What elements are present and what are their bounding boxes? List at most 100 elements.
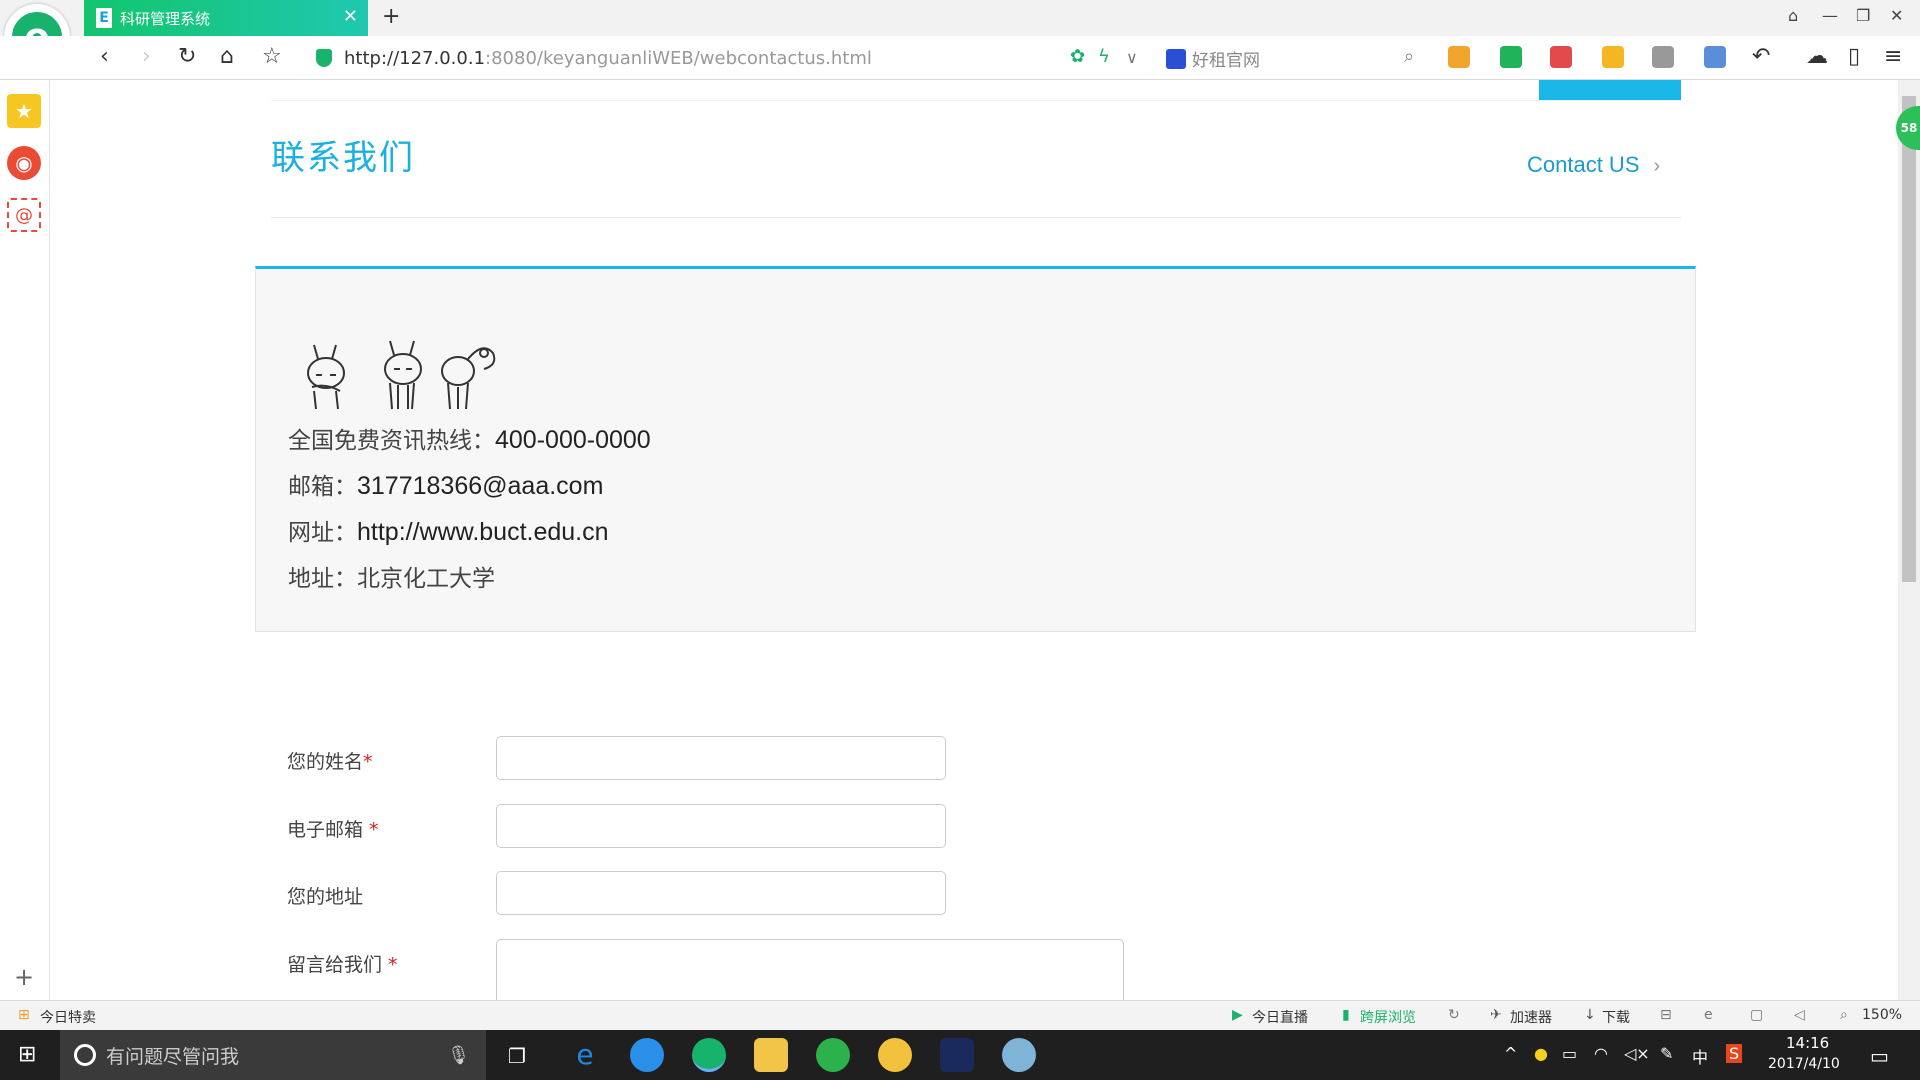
nav-accent-bar — [1539, 80, 1681, 100]
file-explorer-icon[interactable] — [754, 1038, 788, 1072]
window-icon[interactable]: ▢ — [1750, 1007, 1763, 1023]
tab-favicon-icon: E — [96, 8, 112, 28]
sogou-icon[interactable]: S — [1726, 1044, 1743, 1063]
new-tab-button[interactable]: + — [382, 4, 400, 29]
task-view-icon[interactable]: ❐ — [508, 1044, 526, 1068]
tray-expand-icon[interactable]: ^ — [1504, 1044, 1517, 1063]
phone-icon: ▮ — [1342, 1007, 1350, 1023]
restore-button[interactable]: ❐ — [1856, 6, 1870, 25]
security-icon[interactable] — [1500, 46, 1522, 68]
website-row: 网址：http://www.buct.edu.cn — [288, 513, 609, 547]
zoom-icon: ⌕ — [1840, 1007, 1848, 1023]
volume-icon[interactable]: ◁ — [1794, 1007, 1805, 1023]
accelerator-link[interactable]: 加速器 — [1510, 1007, 1552, 1027]
dropdown-icon[interactable]: ∨ — [1126, 48, 1138, 67]
adblock-icon[interactable] — [1550, 46, 1572, 68]
mail-icon[interactable]: @ — [7, 198, 41, 232]
compat-mode-icon[interactable]: ✿ — [1070, 46, 1085, 67]
scrollbar-thumb[interactable] — [1902, 96, 1916, 582]
add-sidebar-icon[interactable]: + — [7, 960, 41, 994]
favorites-star-icon[interactable]: ★ — [7, 94, 41, 128]
battery-icon[interactable]: ▭ — [1562, 1044, 1577, 1063]
address-input[interactable] — [496, 871, 946, 915]
contact-info-box: 全国免费资讯热线：400-000-0000 邮箱：317718366@aaa.c… — [255, 266, 1696, 632]
tray-app-icon[interactable]: ● — [1534, 1044, 1548, 1063]
wifi-icon[interactable]: ◠ — [1594, 1044, 1608, 1063]
mobile-icon[interactable]: ▯ — [1848, 44, 1860, 69]
menu-icon[interactable]: ≡ — [1884, 44, 1902, 69]
play-icon: ▶ — [1232, 1007, 1243, 1023]
address-label-text: 您的地址 — [287, 886, 364, 908]
microphone-icon[interactable]: 🎙 — [447, 1045, 470, 1066]
baidu-paw-icon — [1166, 48, 1186, 69]
windows-taskbar: ⊞ 有问题尽管问我 🎙 ❐ e ^ ● ▭ ◠ ◁× ✎ 中 S 14:16 2… — [0, 1030, 1920, 1080]
skin-icon[interactable]: ⌂ — [1788, 6, 1798, 25]
eclipse-icon[interactable] — [940, 1038, 974, 1072]
browser-tab-bar: E 科研管理系统 ✕ + ⌂ — ❐ ✕ — [0, 0, 1920, 36]
qq-icon[interactable] — [878, 1038, 912, 1072]
zoom-level[interactable]: 150% — [1862, 1007, 1902, 1023]
close-window-button[interactable]: ✕ — [1890, 6, 1903, 25]
active-tab[interactable]: E 科研管理系统 ✕ — [84, 0, 368, 36]
required-mark: * — [388, 954, 398, 976]
paint-icon[interactable] — [1002, 1038, 1036, 1072]
browser-sidebar: ★ ◉ @ + — [0, 80, 50, 1000]
forward-button[interactable]: › — [142, 44, 151, 69]
clock-time[interactable]: 14:16 — [1786, 1034, 1829, 1052]
notification-icon[interactable]: ▭ — [1870, 1044, 1889, 1068]
close-tab-icon[interactable]: ✕ — [343, 6, 358, 27]
email-value: 317718366@aaa.com — [357, 472, 604, 500]
page-title: 联系我们 — [271, 138, 415, 178]
name-input[interactable] — [496, 736, 946, 780]
speaker-mute-icon[interactable]: ◁× — [1624, 1044, 1650, 1063]
hotline-value: 400-000-0000 — [495, 426, 651, 454]
back-button[interactable]: ‹ — [100, 44, 109, 69]
minimize-button[interactable]: — — [1822, 6, 1838, 25]
cross-screen-link[interactable]: 跨屏浏览 — [1360, 1007, 1416, 1027]
apps-icon[interactable] — [1448, 46, 1470, 68]
message-label-text: 留言给我们 — [287, 954, 389, 976]
weibo-icon[interactable]: ◉ — [7, 146, 41, 180]
message-textarea[interactable] — [496, 939, 1124, 1000]
clock-date[interactable]: 2017/4/10 — [1768, 1056, 1840, 1072]
search-icon[interactable]: ⌕ — [1404, 46, 1414, 67]
secure-shield-icon — [316, 49, 332, 67]
webpage: 联系我们 Contact US › 全国免费资讯热线：400-000-0000 — [51, 80, 1898, 1000]
find-icon[interactable] — [1704, 46, 1726, 68]
contact-us-label: Contact US — [1527, 152, 1640, 177]
contact-us-link[interactable]: Contact US › — [1527, 152, 1660, 178]
header-divider — [271, 217, 1681, 218]
coupon-icon[interactable] — [1602, 46, 1624, 68]
today-sale-link[interactable]: 今日特卖 — [40, 1007, 96, 1027]
browser-task-icon[interactable] — [692, 1038, 726, 1072]
required-mark: * — [363, 751, 373, 773]
game-icon[interactable] — [1652, 46, 1674, 68]
edge-icon[interactable]: e — [568, 1038, 602, 1072]
name-label-text: 您的姓名 — [287, 751, 364, 773]
favorite-star-button[interactable]: ☆ — [262, 44, 282, 69]
pen-icon[interactable]: ✎ — [1660, 1044, 1673, 1063]
wechat-icon[interactable] — [816, 1038, 850, 1072]
ie-icon[interactable]: e — [1704, 1007, 1713, 1023]
cloud-icon[interactable]: ☁ — [1806, 44, 1828, 69]
ime-indicator[interactable]: 中 — [1692, 1044, 1708, 1068]
email-input[interactable] — [496, 804, 946, 848]
download-link[interactable]: 下载 — [1602, 1007, 1630, 1027]
home-button[interactable]: ⌂ — [220, 44, 234, 69]
cortana-search[interactable]: 有问题尽管问我 🎙 — [60, 1030, 486, 1080]
undo-icon[interactable]: ↶ — [1752, 44, 1770, 69]
speed-mode-icon[interactable]: ϟ — [1098, 46, 1110, 67]
windows-start-icon[interactable]: ⊞ — [18, 1042, 36, 1067]
live-link[interactable]: 今日直播 — [1252, 1007, 1308, 1027]
reload-button[interactable]: ↻ — [178, 44, 196, 69]
url-path: :8080/keyanguanliWEB/webcontactus.html — [485, 47, 872, 69]
search-placeholder: 好租官网 — [1192, 51, 1260, 71]
search-box[interactable]: 好租官网 — [1166, 46, 1260, 71]
app-icon-blue[interactable] — [630, 1038, 664, 1072]
refresh-mode-icon[interactable]: ↻ — [1448, 1007, 1460, 1023]
required-mark: * — [369, 819, 379, 841]
address-label: 地址： — [288, 566, 357, 592]
tab-title: 科研管理系统 — [120, 9, 211, 28]
hotline-label: 全国免费资讯热线： — [288, 428, 495, 454]
split-icon[interactable]: ⊟ — [1660, 1007, 1672, 1023]
